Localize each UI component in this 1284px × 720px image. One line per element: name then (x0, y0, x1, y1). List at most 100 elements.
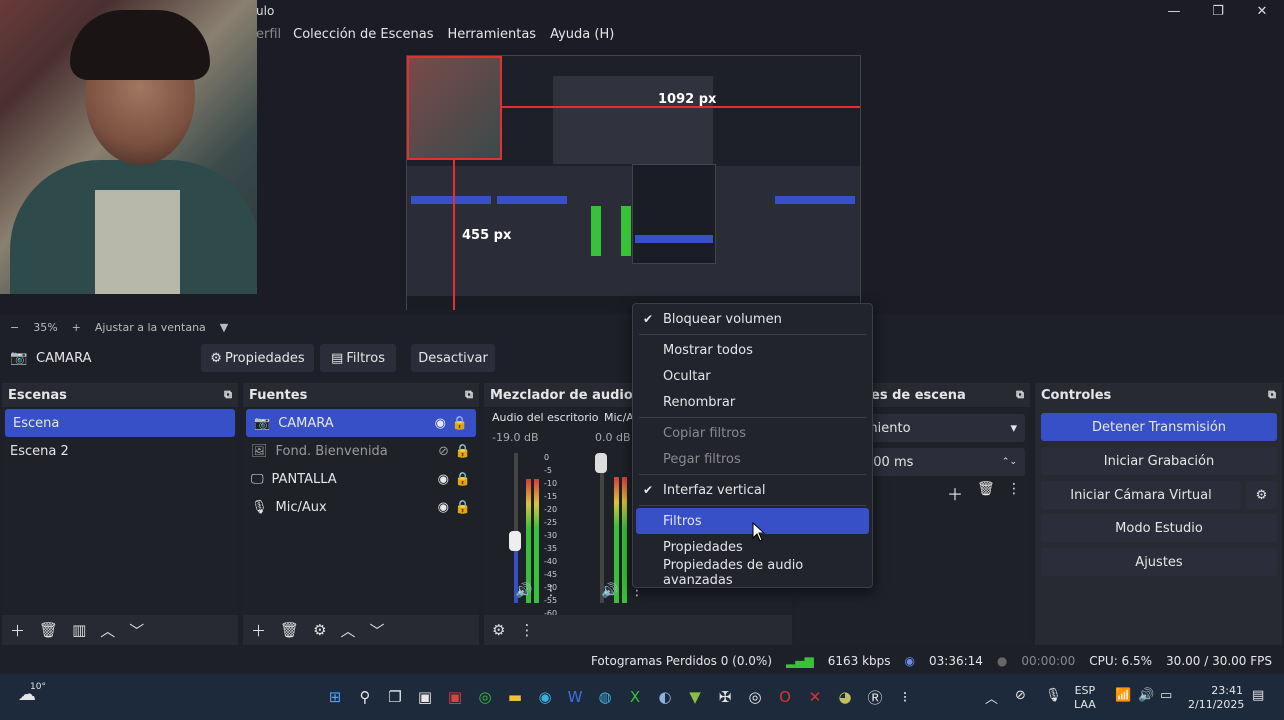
language-indicator[interactable]: ESP LAA (1074, 684, 1096, 712)
volume-slider[interactable] (509, 531, 521, 551)
filter-icon[interactable]: ▥ (72, 621, 86, 639)
menu-item-rename[interactable]: Renombrar (633, 389, 872, 415)
undock-icon[interactable]: ⧉ (465, 388, 473, 402)
undock-icon[interactable]: ⧉ (1016, 388, 1024, 402)
eye-hidden-icon[interactable]: ⊘ (438, 444, 449, 459)
notifications-icon[interactable]: ▤ (1252, 688, 1264, 703)
steam-icon[interactable]: ◐ (650, 682, 680, 712)
app-icon[interactable]: ◕ (830, 682, 860, 712)
app-icon[interactable]: Ⓡ (860, 682, 890, 712)
trash-icon[interactable]: 🗑 (39, 621, 58, 639)
edge-icon[interactable]: ◉ (530, 682, 560, 712)
add-icon[interactable]: ＋ (947, 481, 963, 505)
word-icon[interactable]: W (560, 682, 590, 712)
kebab-menu-icon[interactable]: ⋮ (519, 621, 534, 639)
add-icon[interactable]: ＋ (251, 620, 266, 641)
gear-icon[interactable]: ⚙ (313, 621, 326, 639)
studio-mode-button[interactable]: Modo Estudio (1041, 514, 1277, 542)
menu-profile[interactable]: erfil (256, 27, 281, 42)
menu-item-vertical-layout[interactable]: ✔ Interfaz vertical (633, 477, 872, 503)
lock-icon[interactable]: 🔒 (455, 444, 471, 459)
duration-spinbox[interactable]: 300 ms ⌃⌄ (857, 448, 1025, 476)
menu-item-hide[interactable]: Ocultar (633, 363, 872, 389)
excel-icon[interactable]: X (620, 682, 650, 712)
menu-tools[interactable]: Herramientas (448, 27, 537, 42)
spin-arrows-icon[interactable]: ⌃⌄ (1002, 457, 1017, 467)
close-button[interactable]: ✕ (1240, 0, 1284, 22)
app-icon[interactable]: ⁝ (890, 682, 920, 712)
pdf-app-icon[interactable]: ▣ (440, 682, 470, 712)
volume-icon[interactable]: 🔊 (1138, 688, 1154, 703)
weather-widget[interactable]: ☁ 10° (18, 682, 62, 710)
preview-canvas[interactable]: 1092 px 455 px (406, 55, 861, 310)
scene-item[interactable]: Escena 2 (2, 437, 238, 465)
app-icon[interactable]: ✠ (710, 682, 740, 712)
obs-icon[interactable]: ◎ (740, 682, 770, 712)
undock-icon[interactable]: ⧉ (1268, 388, 1276, 402)
minimize-button[interactable]: — (1152, 0, 1196, 22)
menu-help[interactable]: Ayuda (H) (550, 27, 614, 42)
add-icon[interactable]: ＋ (10, 620, 25, 641)
arrow-up-icon[interactable]: ︿ (341, 620, 356, 641)
store-icon[interactable]: ▣ (410, 682, 440, 712)
opera-icon[interactable]: O (770, 682, 800, 712)
kebab-menu-icon[interactable]: ⋮ (544, 583, 558, 599)
arrow-down-icon[interactable]: ﹀ (129, 620, 144, 641)
battery-icon[interactable]: ▭ (1160, 688, 1172, 703)
source-item[interactable]: 🎙 Mic/Aux ◉ 🔒 (243, 493, 479, 521)
trash-icon[interactable]: 🗑 (977, 481, 995, 497)
search-icon[interactable]: ⚲ (350, 682, 380, 712)
volume-slider[interactable] (595, 453, 607, 473)
wifi-icon[interactable]: 📶 (1115, 688, 1131, 703)
filters-button[interactable]: ▤ Filtros (320, 344, 396, 372)
menu-item-paste-filters[interactable]: Pegar filtros (633, 446, 872, 472)
app-icon[interactable]: ▼ (680, 682, 710, 712)
menu-item-copy-filters[interactable]: Copiar filtros (633, 420, 872, 446)
menu-item-advanced-audio[interactable]: Propiedades de audio avanzadas (633, 558, 872, 588)
fit-window-button[interactable]: Ajustar a la ventana (95, 321, 206, 334)
virtual-camera-settings-button[interactable]: ⚙ (1246, 481, 1277, 509)
zoom-out-button[interactable]: − (10, 321, 19, 334)
tray-chevron-up-icon[interactable]: ︿ (985, 688, 998, 707)
eye-icon[interactable]: ◉ (438, 500, 449, 515)
start-recording-button[interactable]: Iniciar Grabación (1041, 447, 1277, 475)
arrow-up-icon[interactable]: ︿ (100, 620, 115, 641)
menu-scene-collection[interactable]: Colección de Escenas (293, 27, 433, 42)
speaker-icon[interactable]: 🔊 (601, 583, 618, 599)
transition-select[interactable]: miento ▾ (857, 414, 1025, 442)
lock-icon[interactable]: 🔒 (452, 416, 468, 431)
windows-start-icon[interactable]: ⊞ (320, 682, 350, 712)
source-item[interactable]: 📷 CAMARA ◉ 🔒 (246, 409, 476, 437)
speaker-icon[interactable]: 🔊 (515, 583, 532, 599)
eye-icon[interactable]: ◉ (438, 472, 449, 487)
properties-button[interactable]: ⚙ Propiedades (201, 344, 314, 372)
file-explorer-icon[interactable]: ▬ (500, 682, 530, 712)
source-item[interactable]: 🖵 PANTALLA ◉ 🔒 (243, 465, 479, 493)
mixer-settings-icon[interactable]: ⚙ (492, 621, 505, 639)
clock[interactable]: 23:41 2/11/2025 (1188, 684, 1244, 712)
source-item[interactable]: 🖼 Fond. Bienvenida ⊘ 🔒 (243, 437, 479, 465)
zoom-dropdown-icon[interactable]: ▼ (220, 321, 228, 334)
lock-icon[interactable]: 🔒 (455, 500, 471, 515)
chrome-icon[interactable]: ◍ (590, 682, 620, 712)
stop-stream-button[interactable]: Detener Transmisión (1041, 413, 1277, 441)
task-view-icon[interactable]: ❐ (380, 682, 410, 712)
menu-item-lock-volume[interactable]: ✔ Bloquear volumen (633, 306, 872, 332)
app-icon[interactable]: ✕ (800, 682, 830, 712)
scene-item[interactable]: Escena (5, 409, 235, 437)
kebab-menu-icon[interactable]: ⋮ (1007, 481, 1021, 497)
undock-icon[interactable]: ⧉ (224, 388, 232, 402)
menu-item-show-all[interactable]: Mostrar todos (633, 337, 872, 363)
deactivate-button[interactable]: Desactivar (411, 344, 495, 372)
arrow-down-icon[interactable]: ﹀ (370, 620, 385, 641)
whatsapp-icon[interactable]: ◎ (470, 682, 500, 712)
start-virtual-camera-button[interactable]: Iniciar Cámara Virtual (1041, 481, 1241, 509)
settings-button[interactable]: Ajustes (1041, 548, 1277, 576)
maximize-button[interactable]: ❐ (1196, 0, 1240, 22)
microphone-icon[interactable]: 🎙 (1045, 688, 1062, 703)
zoom-in-button[interactable]: + (72, 321, 81, 334)
trash-icon[interactable]: 🗑 (280, 621, 299, 639)
lock-icon[interactable]: 🔒 (455, 472, 471, 487)
eye-icon[interactable]: ◉ (435, 416, 446, 431)
network-off-icon[interactable]: ⊘ (1015, 688, 1026, 703)
